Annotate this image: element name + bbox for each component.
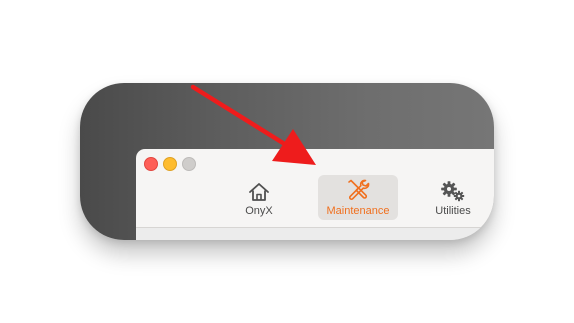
toolbar-item-label: OnyX [245,205,273,217]
zoom-button[interactable] [182,157,196,171]
wrench-screwdriver-icon [346,178,370,202]
toolbar-item-maintenance[interactable]: Maintenance [318,175,398,220]
zoomed-window-crop: OnyX Maintenance Utilities [80,83,494,240]
minimize-button[interactable] [163,157,177,171]
toolbar-item-onyx[interactable]: OnyX [234,175,284,220]
toolbar-item-utilities[interactable]: Utilities [428,175,478,220]
gears-icon [440,178,466,202]
content-area [136,228,494,240]
screenshot-stage: OnyX Maintenance Utilities [0,0,574,323]
toolbar-item-label: Maintenance [326,205,390,217]
onyx-window: OnyX Maintenance Utilities [136,149,494,240]
toolbar-item-label: Utilities [435,205,471,217]
house-icon [248,178,270,202]
close-button[interactable] [144,157,158,171]
